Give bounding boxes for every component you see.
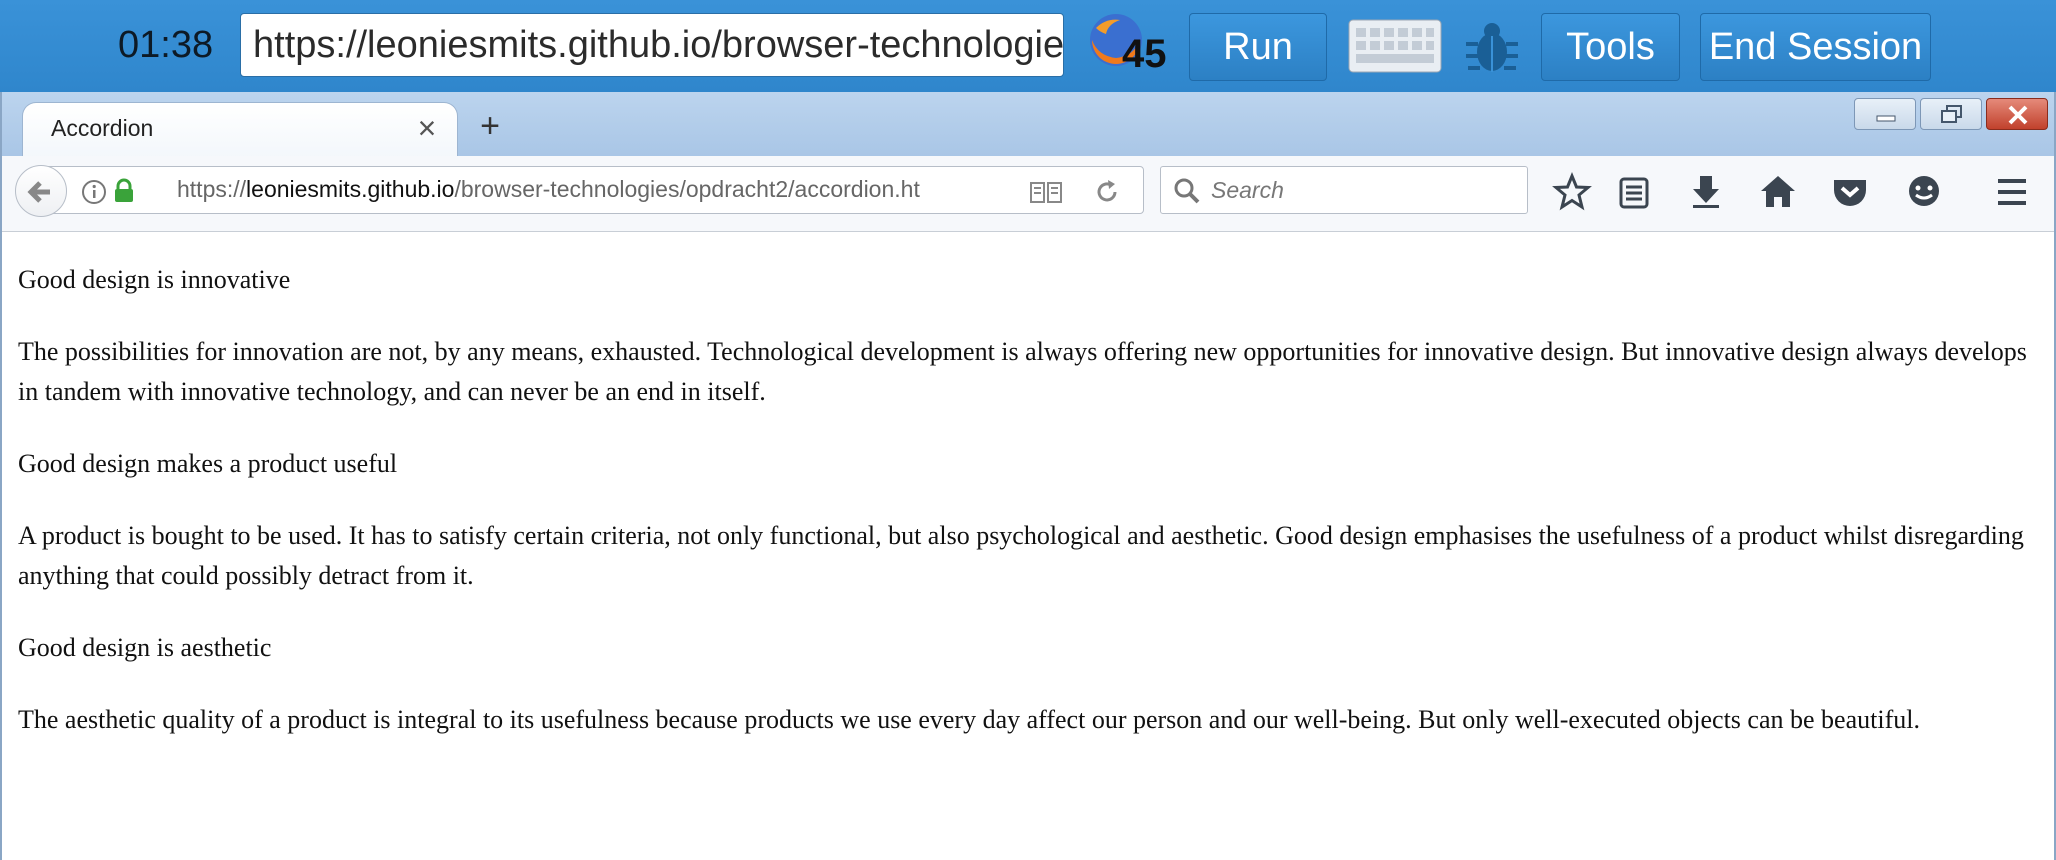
back-button[interactable]	[15, 165, 67, 217]
session-url-input[interactable]: https://leoniesmits.github.io/browser-te…	[240, 13, 1064, 77]
section-heading[interactable]: Good design is aesthetic	[18, 628, 2038, 668]
reload-icon[interactable]	[1093, 178, 1121, 206]
tab-accordion[interactable]: Accordion ×	[22, 102, 458, 158]
url-scheme: https://	[177, 176, 247, 202]
bookmarks-list-icon[interactable]	[1614, 172, 1654, 212]
download-icon[interactable]	[1686, 172, 1726, 212]
search-placeholder: Search	[1211, 177, 1284, 203]
close-window-button[interactable]	[1986, 98, 2048, 130]
minimize-button[interactable]	[1854, 98, 1916, 130]
navigation-toolbar: https://leoniesmits.github.io/browser-te…	[2, 156, 2054, 232]
tab-title: Accordion	[51, 115, 154, 141]
home-icon[interactable]	[1758, 172, 1798, 212]
info-icon[interactable]	[81, 179, 107, 205]
reader-view-icon[interactable]	[1029, 179, 1063, 205]
url-host: leoniesmits.github.io	[246, 176, 455, 202]
pocket-icon[interactable]	[1830, 172, 1870, 212]
section-body: The possibilities for innovation are not…	[18, 337, 2027, 406]
search-icon	[1174, 178, 1200, 204]
section-body: The aesthetic quality of a product is in…	[18, 705, 1920, 734]
restore-button[interactable]	[1920, 98, 1982, 130]
restore-icon	[1941, 105, 1962, 123]
lock-icon[interactable]	[113, 178, 135, 204]
minimize-icon	[1876, 115, 1896, 122]
back-arrow-icon	[27, 181, 50, 203]
browser-version: 45	[1122, 32, 1167, 76]
search-bar[interactable]: Search	[1160, 166, 1528, 214]
tab-strip: Accordion × +	[2, 92, 2054, 158]
new-tab-button[interactable]: +	[472, 106, 508, 146]
bookmark-star-icon[interactable]	[1552, 172, 1592, 212]
firefox-browser-badge[interactable]: 45	[1086, 10, 1170, 80]
page-content: Good design is innovative The possibilit…	[18, 260, 2038, 772]
section-heading[interactable]: Good design is innovative	[18, 260, 2038, 300]
session-toolbar: 01:38 https://leoniesmits.github.io/brow…	[0, 0, 2056, 92]
menu-hamburger-icon[interactable]	[1992, 172, 2032, 212]
close-icon	[2008, 105, 2028, 125]
section-body: A product is bought to be used. It has t…	[18, 521, 2024, 590]
end-session-button[interactable]: End Session	[1700, 13, 1931, 81]
hello-chat-icon[interactable]	[1904, 172, 1944, 212]
address-bar[interactable]: https://leoniesmits.github.io/browser-te…	[15, 165, 1144, 217]
run-button[interactable]: Run	[1189, 13, 1327, 81]
tools-button[interactable]: Tools	[1541, 13, 1680, 81]
url-path: /browser-technologies/opdracht2/accordio…	[454, 176, 920, 202]
url-text: https://leoniesmits.github.io/browser-te…	[177, 176, 920, 203]
session-timer: 01:38	[118, 24, 214, 66]
browser-window: Accordion × + https://leoniesmits.github…	[0, 92, 2056, 860]
bug-icon[interactable]	[1464, 18, 1520, 76]
keyboard-icon[interactable]	[1348, 18, 1442, 74]
section-heading[interactable]: Good design makes a product useful	[18, 444, 2038, 484]
tab-close-icon[interactable]: ×	[411, 111, 443, 145]
